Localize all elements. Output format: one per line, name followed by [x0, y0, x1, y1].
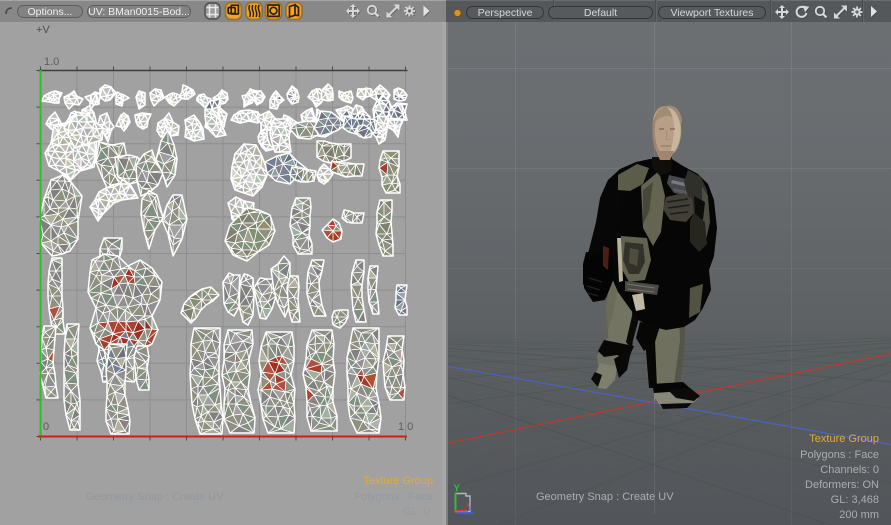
svg-text:z: z [468, 504, 472, 513]
svg-text:Y: Y [454, 483, 461, 494]
